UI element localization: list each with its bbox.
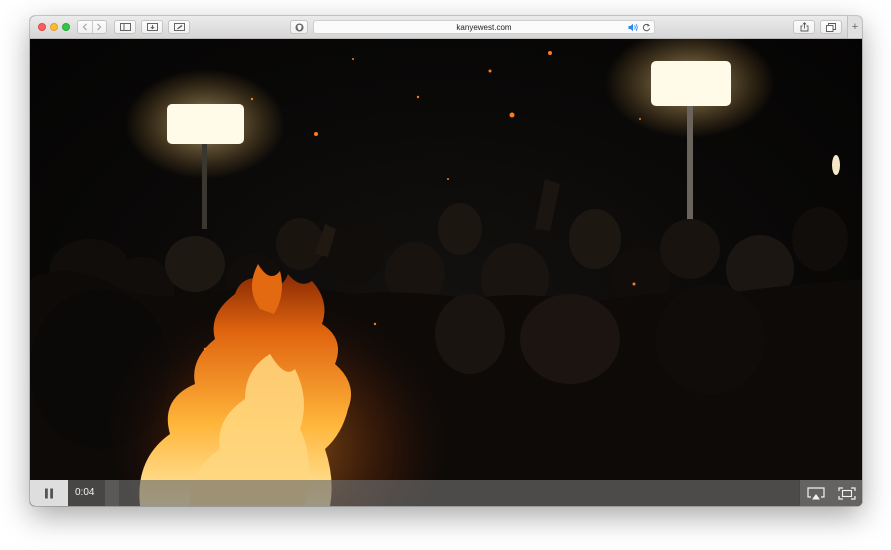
share-button[interactable] xyxy=(793,20,815,34)
speaker-icon[interactable] xyxy=(628,23,639,32)
address-bar[interactable]: kanyewest.com xyxy=(313,20,655,34)
back-button[interactable] xyxy=(78,23,92,31)
fullscreen-button[interactable] xyxy=(831,480,862,506)
privacy-button[interactable] xyxy=(290,20,308,34)
light-pole xyxy=(202,144,207,229)
close-window-button[interactable] xyxy=(38,23,46,31)
sidebar-icon xyxy=(119,23,131,31)
playback-time: 0:04 xyxy=(75,487,95,498)
new-tab-button[interactable]: + xyxy=(847,16,862,38)
zoom-window-button[interactable] xyxy=(62,23,70,31)
light-pole xyxy=(687,106,693,224)
fullscreen-icon xyxy=(837,486,856,500)
reload-icon[interactable] xyxy=(642,23,651,32)
video-controls: 0:04 xyxy=(30,480,862,506)
browser-window: kanyewest.com + 0:04 xyxy=(30,16,862,506)
concert-crowd-scene xyxy=(30,39,862,506)
browser-toolbar: kanyewest.com + xyxy=(30,16,862,39)
forward-button[interactable] xyxy=(92,23,106,31)
pause-icon xyxy=(45,488,53,498)
forward-icon xyxy=(97,23,102,31)
video-scrubber[interactable] xyxy=(105,480,799,506)
pause-button[interactable] xyxy=(30,480,68,506)
stage-light xyxy=(167,104,244,144)
minimize-window-button[interactable] xyxy=(50,23,58,31)
phone-light xyxy=(832,155,840,175)
sidebar-button[interactable] xyxy=(114,20,136,34)
tabs-overview-icon xyxy=(826,22,836,32)
navigation-buttons xyxy=(77,20,107,34)
scrubber-progress xyxy=(105,480,119,506)
downloads-button[interactable] xyxy=(141,20,163,34)
airplay-button[interactable] xyxy=(800,480,831,506)
stage-light xyxy=(651,61,731,106)
url-text: kanyewest.com xyxy=(456,23,512,32)
shield-icon xyxy=(295,23,303,31)
tabs-overview-button[interactable] xyxy=(820,20,842,34)
airplay-icon xyxy=(806,486,825,499)
back-icon xyxy=(82,23,87,31)
video-player[interactable]: 0:04 xyxy=(30,39,862,506)
share-icon xyxy=(800,22,808,32)
downloads-icon xyxy=(146,23,158,31)
reader-button[interactable] xyxy=(168,20,190,34)
reader-icon xyxy=(173,23,185,31)
